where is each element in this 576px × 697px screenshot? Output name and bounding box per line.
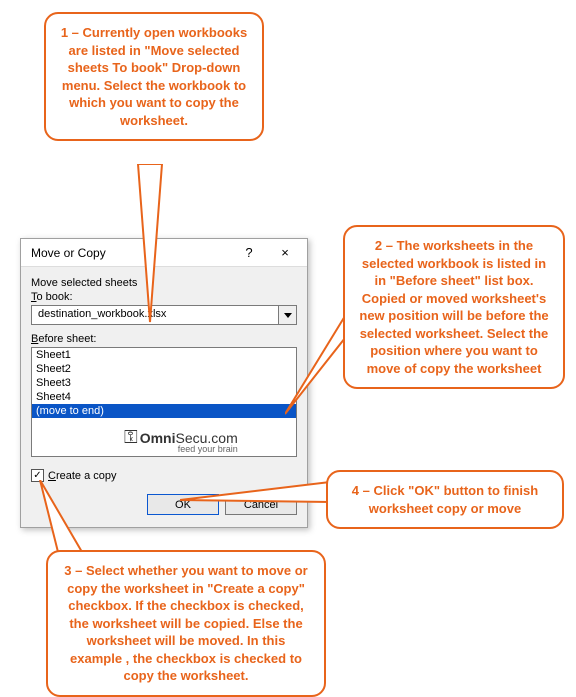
close-button[interactable]: × bbox=[267, 240, 303, 266]
callout-1-tail bbox=[116, 164, 176, 324]
callout-2-text: 2 – The worksheets in the selected workb… bbox=[359, 238, 548, 376]
list-item[interactable]: Sheet1 bbox=[32, 348, 296, 362]
callout-4-text: 4 – Click "OK" button to finish workshee… bbox=[352, 483, 538, 516]
key-icon: ⚿ bbox=[124, 430, 138, 444]
close-icon: × bbox=[281, 245, 289, 260]
list-item[interactable]: Sheet4 bbox=[32, 390, 296, 404]
callout-3-tail bbox=[34, 480, 114, 560]
list-item[interactable]: Sheet3 bbox=[32, 376, 296, 390]
callout-4: 4 – Click "OK" button to finish workshee… bbox=[326, 470, 564, 529]
help-button[interactable]: ? bbox=[231, 240, 267, 266]
watermark: ⚿ OmniSecu.com feed your brain bbox=[124, 430, 238, 454]
before-sheet-label: Before sheet: bbox=[31, 333, 297, 345]
callout-1: 1 – Currently open workbooks are listed … bbox=[44, 12, 264, 141]
callout-3-text: 3 – Select whether you want to move or c… bbox=[64, 563, 307, 683]
callout-2: 2 – The worksheets in the selected workb… bbox=[343, 225, 565, 389]
callout-4-tail bbox=[180, 480, 340, 520]
callout-1-text: 1 – Currently open workbooks are listed … bbox=[61, 25, 247, 128]
list-item[interactable]: Sheet2 bbox=[32, 362, 296, 376]
callout-3: 3 – Select whether you want to move or c… bbox=[46, 550, 326, 697]
list-item-selected[interactable]: (move to end) bbox=[32, 404, 296, 418]
